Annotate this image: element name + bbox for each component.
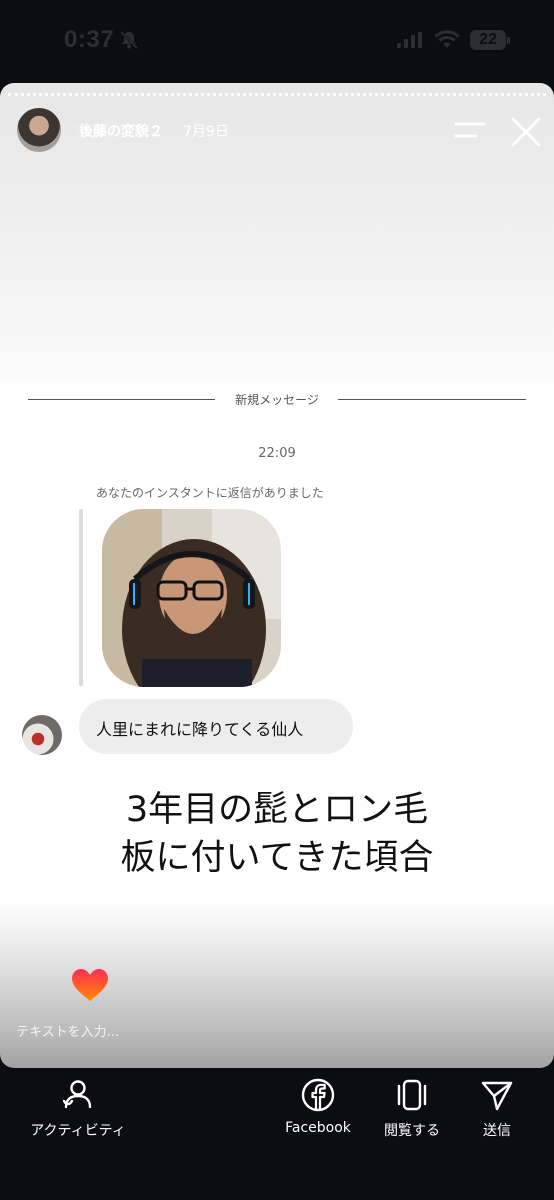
send-button[interactable]: 送信: [468, 1078, 526, 1140]
reply-notice: あなたのインスタントに返信がありました: [96, 486, 324, 500]
reply-text-input[interactable]: [16, 1017, 316, 1047]
reply-indicator-bar: [79, 509, 83, 686]
mute-bell-icon: [119, 30, 139, 50]
signal-icon: [397, 32, 422, 48]
battery-icon: 22: [470, 30, 506, 50]
story-avatar[interactable]: [17, 108, 61, 152]
status-bar: 0:37 22: [0, 0, 554, 80]
message-text: 人里にまれに降りてくる仙人: [96, 720, 304, 739]
message-timestamp: 22:09: [258, 446, 296, 461]
view-button[interactable]: 閲覧する: [372, 1078, 452, 1140]
close-icon[interactable]: [510, 116, 542, 148]
activity-button[interactable]: アクティビティ: [18, 1078, 138, 1140]
send-label: 送信: [483, 1123, 511, 1139]
battery-tip: [507, 37, 510, 44]
story-date: 7月9日: [183, 124, 229, 140]
view-icon: [397, 1079, 427, 1111]
heart-icon[interactable]: [71, 968, 109, 1002]
activity-label: アクティビティ: [30, 1123, 126, 1139]
activity-icon: [62, 1080, 92, 1109]
menu-icon[interactable]: [454, 120, 486, 140]
message-bubble: 人里にまれに降りてくる仙人: [79, 699, 353, 754]
status-time: 0:37: [64, 26, 115, 53]
divider-right: [338, 399, 526, 400]
story-card[interactable]: 後藤の変貌２ 7月9日 新規メッセージ 22:09 あなたのインスタントに返信が…: [0, 83, 554, 1068]
facebook-button[interactable]: Facebook: [278, 1078, 358, 1136]
facebook-icon: [301, 1078, 335, 1112]
new-message-divider: 新規メッセージ: [235, 393, 319, 407]
wifi-icon: [434, 30, 460, 48]
sender-avatar[interactable]: [22, 715, 62, 755]
story-username[interactable]: 後藤の変貌２: [79, 121, 163, 141]
story-caption: 3年目の髭とロン毛 板に付いてきた頃合: [0, 786, 554, 882]
caption-line-2: 板に付いてきた頃合: [120, 838, 434, 878]
reply-photo[interactable]: [102, 509, 281, 687]
story-progress-bar: [8, 93, 546, 99]
caption-line-1: 3年目の髭とロン毛: [125, 790, 429, 830]
battery-level: 22: [479, 31, 497, 48]
send-icon: [481, 1081, 513, 1111]
divider-left: [28, 399, 215, 400]
facebook-label: Facebook: [285, 1120, 351, 1136]
view-label: 閲覧する: [384, 1123, 440, 1139]
